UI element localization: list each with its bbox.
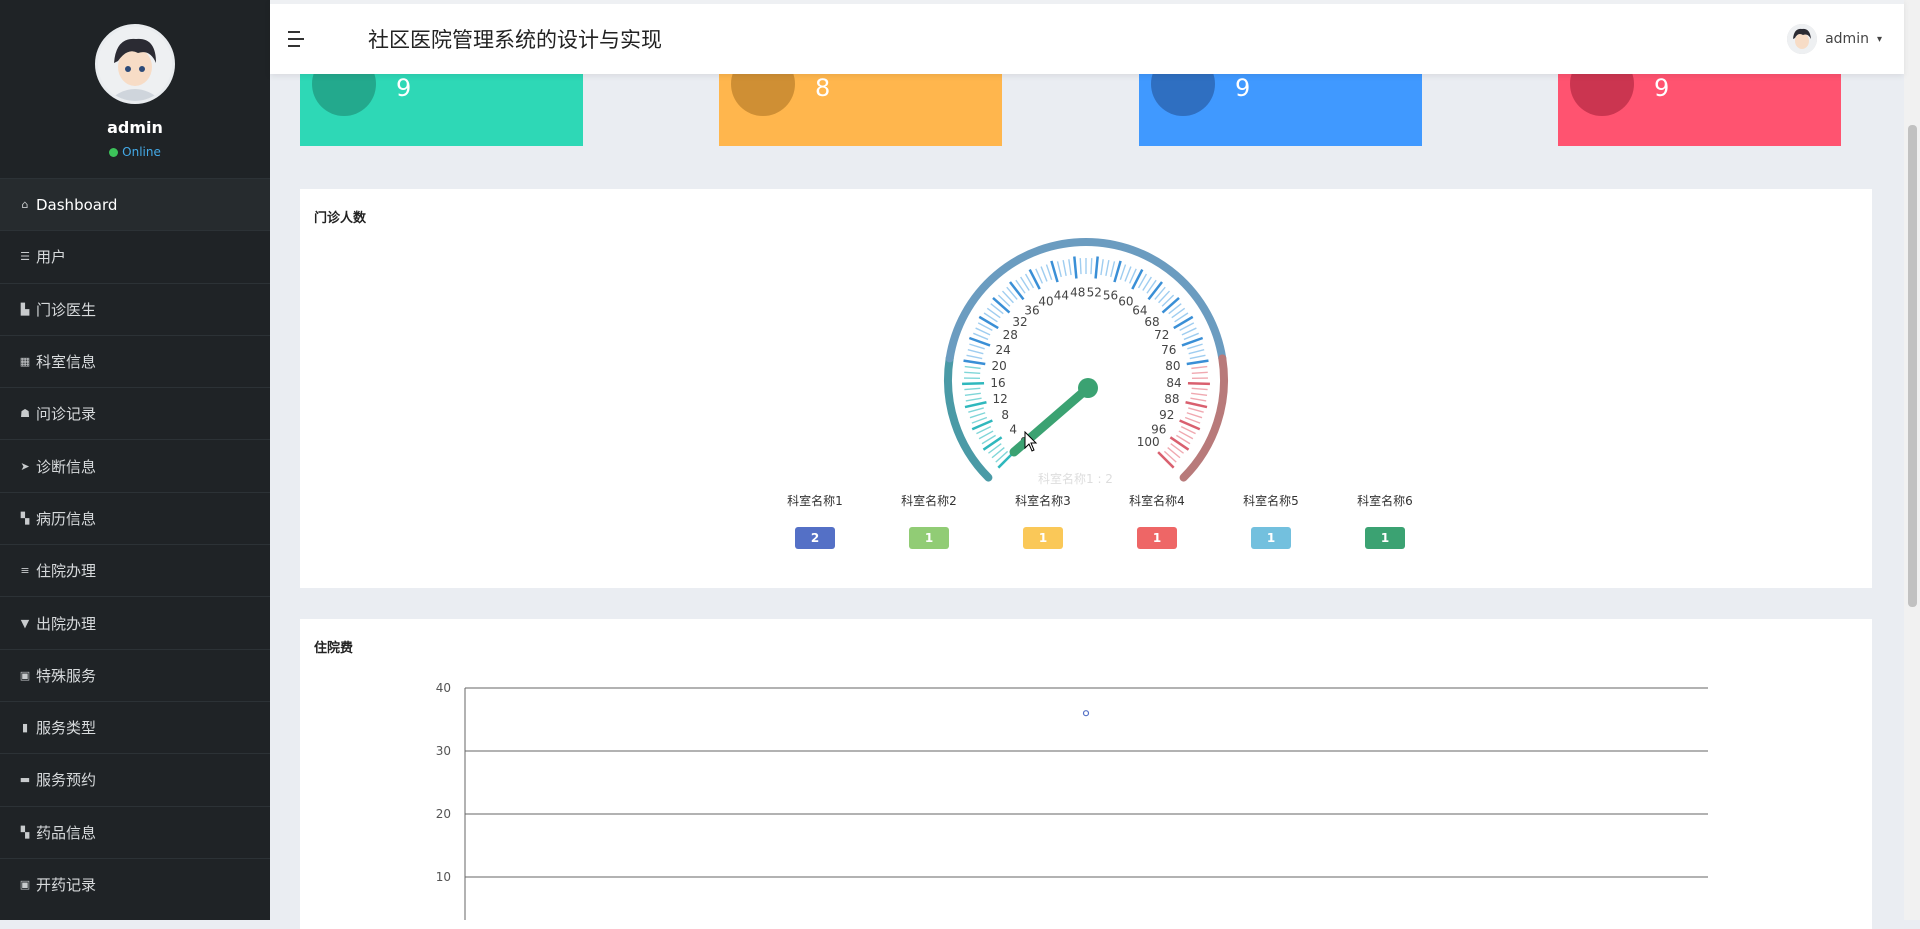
inpatient-fee-chart[interactable]: 10 20 30 40 (0, 0, 1920, 920)
fee-ytick-label: 30 (436, 744, 451, 758)
user-avatar (1787, 24, 1817, 54)
top-header: 社区医院管理系统的设计与实现 admin ▾ (270, 0, 1904, 74)
fee-ytick-label: 10 (436, 870, 451, 884)
fee-ytick-label: 20 (436, 807, 451, 821)
menu-toggle-icon[interactable] (288, 29, 316, 49)
fee-data-point (1084, 711, 1089, 716)
chevron-down-icon: ▾ (1877, 34, 1882, 45)
page-title: 社区医院管理系统的设计与实现 (368, 24, 662, 54)
mouse-cursor-icon (1024, 431, 1038, 453)
user-menu[interactable]: admin ▾ (1787, 24, 1882, 54)
fee-ytick-label: 40 (436, 681, 451, 695)
user-name: admin (1825, 31, 1869, 47)
